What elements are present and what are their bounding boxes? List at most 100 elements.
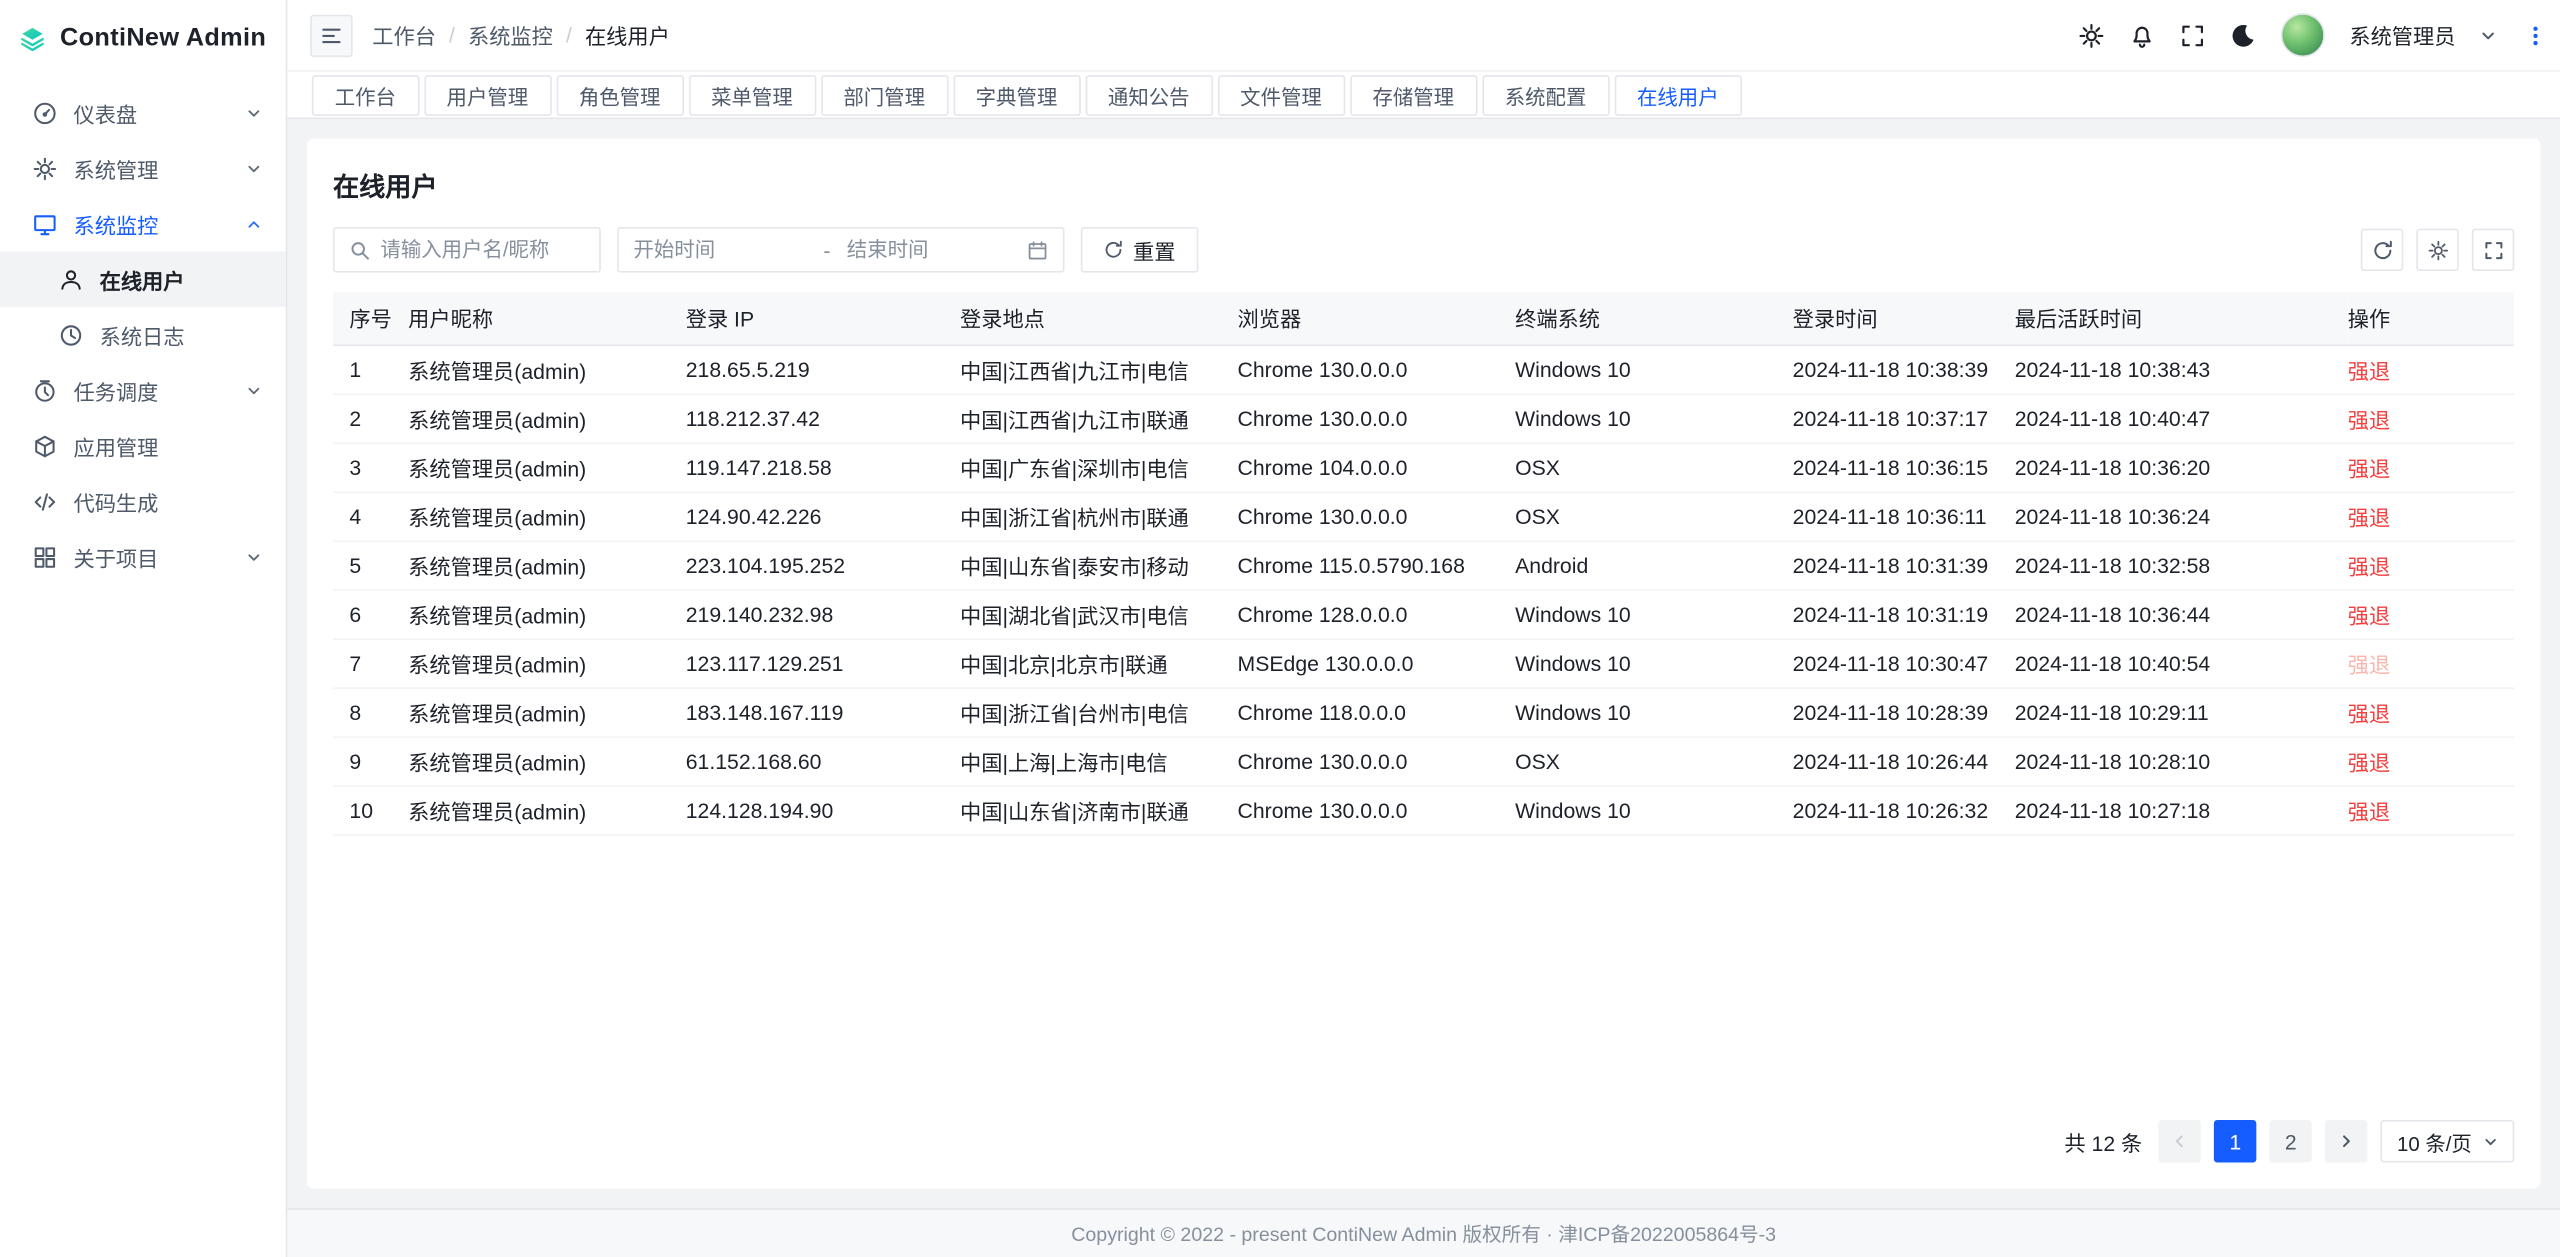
cell-nickname: 系统管理员(admin) bbox=[408, 344, 686, 393]
column-settings-button[interactable] bbox=[2416, 229, 2458, 271]
username[interactable]: 系统管理员 bbox=[2349, 20, 2455, 51]
sidebar-item-task-scheduler[interactable]: 任务调度 bbox=[0, 362, 286, 418]
logo[interactable]: ContiNew Admin bbox=[0, 0, 286, 78]
force-logout-link[interactable]: 强退 bbox=[2348, 652, 2390, 676]
sidebar-item-system-logs[interactable]: 系统日志 bbox=[0, 307, 286, 363]
breadcrumb-item[interactable]: 系统监控 bbox=[468, 20, 553, 51]
table-header-row: 序号用户昵称登录 IP登录地点浏览器终端系统登录时间最后活跃时间操作 bbox=[333, 292, 2514, 344]
page-size-select[interactable]: 10 条/页 bbox=[2381, 1120, 2515, 1162]
cell-action: 强退 bbox=[2348, 687, 2515, 736]
tab-item[interactable]: 用户管理 bbox=[424, 75, 551, 116]
cell-last-active: 2024-11-18 10:32:58 bbox=[2015, 540, 2348, 589]
more-options-icon[interactable] bbox=[2524, 22, 2547, 48]
column-header: 登录 IP bbox=[686, 292, 960, 344]
tab-item[interactable]: 角色管理 bbox=[556, 75, 683, 116]
notification-bell-icon[interactable] bbox=[2129, 22, 2155, 48]
sidebar-item-about-project[interactable]: 关于项目 bbox=[0, 529, 286, 585]
force-logout-link[interactable]: 强退 bbox=[2348, 505, 2390, 529]
cell-action: 强退 bbox=[2348, 393, 2515, 442]
fullscreen-icon[interactable] bbox=[2180, 22, 2206, 48]
breadcrumb-separator: / bbox=[566, 23, 572, 47]
avatar[interactable] bbox=[2281, 13, 2325, 57]
page-number-button[interactable]: 1 bbox=[2214, 1120, 2256, 1162]
monitor-icon bbox=[33, 211, 57, 235]
tab-bar: 工作台用户管理角色管理菜单管理部门管理字典管理通知公告文件管理存储管理系统配置在… bbox=[287, 72, 2560, 119]
tab-item[interactable]: 部门管理 bbox=[821, 75, 948, 116]
sidebar-item-system-monitor[interactable]: 系统监控 bbox=[0, 196, 286, 252]
tab-item[interactable]: 系统配置 bbox=[1482, 75, 1609, 116]
pagination: 共 12 条 1 2 10 条/页 bbox=[333, 1120, 2514, 1162]
expand-table-button[interactable] bbox=[2472, 229, 2514, 271]
force-logout-link[interactable]: 强退 bbox=[2348, 799, 2390, 823]
column-header: 最后活跃时间 bbox=[2015, 292, 2348, 344]
chevron-down-icon bbox=[245, 381, 263, 399]
logo-text: ContiNew Admin bbox=[60, 24, 266, 53]
tab-item[interactable]: 字典管理 bbox=[953, 75, 1080, 116]
filter-toolbar: - 重置 bbox=[333, 227, 2514, 273]
sidebar-collapse-button[interactable] bbox=[310, 14, 352, 56]
settings-gear-icon[interactable] bbox=[2078, 22, 2104, 48]
cell-seq: 1 bbox=[333, 344, 408, 393]
cell-os: OSX bbox=[1515, 491, 1793, 540]
reset-button[interactable]: 重置 bbox=[1081, 227, 1199, 273]
tab-item[interactable]: 菜单管理 bbox=[688, 75, 815, 116]
force-logout-link[interactable]: 强退 bbox=[2348, 456, 2390, 480]
cell-ip: 124.90.42.226 bbox=[686, 491, 960, 540]
tab-item[interactable]: 工作台 bbox=[312, 75, 419, 116]
gear-icon bbox=[2427, 239, 2448, 260]
sidebar-item-app-management[interactable]: 应用管理 bbox=[0, 418, 286, 474]
search-icon bbox=[349, 239, 370, 260]
force-logout-link[interactable]: 强退 bbox=[2348, 358, 2390, 382]
search-input[interactable] bbox=[380, 238, 584, 261]
force-logout-link[interactable]: 强退 bbox=[2348, 407, 2390, 431]
cell-ip: 223.104.195.252 bbox=[686, 540, 960, 589]
dark-mode-moon-icon[interactable] bbox=[2230, 22, 2256, 48]
tab-item-active[interactable]: 在线用户 bbox=[1614, 75, 1741, 116]
cell-login-time: 2024-11-18 10:31:39 bbox=[1793, 540, 2015, 589]
start-date-input[interactable] bbox=[633, 238, 807, 261]
calendar-icon bbox=[1027, 239, 1048, 260]
next-page-button[interactable] bbox=[2325, 1120, 2367, 1162]
tab-item[interactable]: 文件管理 bbox=[1217, 75, 1344, 116]
history-clock-icon bbox=[59, 322, 83, 346]
tab-item[interactable]: 存储管理 bbox=[1350, 75, 1477, 116]
force-logout-link[interactable]: 强退 bbox=[2348, 701, 2390, 725]
sidebar-item-dashboard[interactable]: 仪表盘 bbox=[0, 85, 286, 141]
breadcrumb-item[interactable]: 工作台 bbox=[372, 20, 436, 51]
page-number-button[interactable]: 2 bbox=[2270, 1120, 2312, 1162]
chevron-down-icon bbox=[245, 159, 263, 177]
gear-icon bbox=[33, 156, 57, 180]
force-logout-link[interactable]: 强退 bbox=[2348, 603, 2390, 627]
tab-item[interactable]: 通知公告 bbox=[1085, 75, 1212, 116]
cell-seq: 10 bbox=[333, 785, 408, 834]
force-logout-link[interactable]: 强退 bbox=[2348, 554, 2390, 578]
cell-location: 中国|广东省|深圳市|电信 bbox=[960, 442, 1238, 491]
cell-login-time: 2024-11-18 10:36:15 bbox=[1793, 442, 2015, 491]
sidebar-item-system-management[interactable]: 系统管理 bbox=[0, 140, 286, 196]
cell-login-time: 2024-11-18 10:26:44 bbox=[1793, 736, 2015, 785]
cell-last-active: 2024-11-18 10:36:20 bbox=[2015, 442, 2348, 491]
cell-location: 中国|江西省|九江市|联通 bbox=[960, 393, 1238, 442]
sidebar-item-online-users[interactable]: 在线用户 bbox=[0, 251, 286, 307]
breadcrumb-separator: / bbox=[449, 23, 455, 47]
cell-last-active: 2024-11-18 10:40:54 bbox=[2015, 638, 2348, 687]
force-logout-link[interactable]: 强退 bbox=[2348, 750, 2390, 774]
refresh-table-button[interactable] bbox=[2361, 229, 2403, 271]
sidebar-item-label: 任务调度 bbox=[73, 375, 228, 406]
cell-browser: Chrome 130.0.0.0 bbox=[1238, 491, 1516, 540]
end-date-input[interactable] bbox=[847, 238, 1021, 261]
table-row: 3系统管理员(admin)119.147.218.58中国|广东省|深圳市|电信… bbox=[333, 442, 2514, 491]
search-box[interactable] bbox=[333, 227, 601, 273]
cell-os: Windows 10 bbox=[1515, 344, 1793, 393]
date-range-picker[interactable]: - bbox=[617, 227, 1064, 273]
cell-last-active: 2024-11-18 10:27:18 bbox=[2015, 785, 2348, 834]
cell-ip: 61.152.168.60 bbox=[686, 736, 960, 785]
cell-action: 强退 bbox=[2348, 442, 2515, 491]
sidebar-item-code-generation[interactable]: 代码生成 bbox=[0, 473, 286, 529]
refresh-icon bbox=[1104, 240, 1124, 260]
prev-page-button[interactable] bbox=[2159, 1120, 2201, 1162]
cell-login-time: 2024-11-18 10:30:47 bbox=[1793, 638, 2015, 687]
chevron-down-icon bbox=[2480, 27, 2496, 43]
cell-os: Windows 10 bbox=[1515, 589, 1793, 638]
cell-browser: Chrome 130.0.0.0 bbox=[1238, 736, 1516, 785]
